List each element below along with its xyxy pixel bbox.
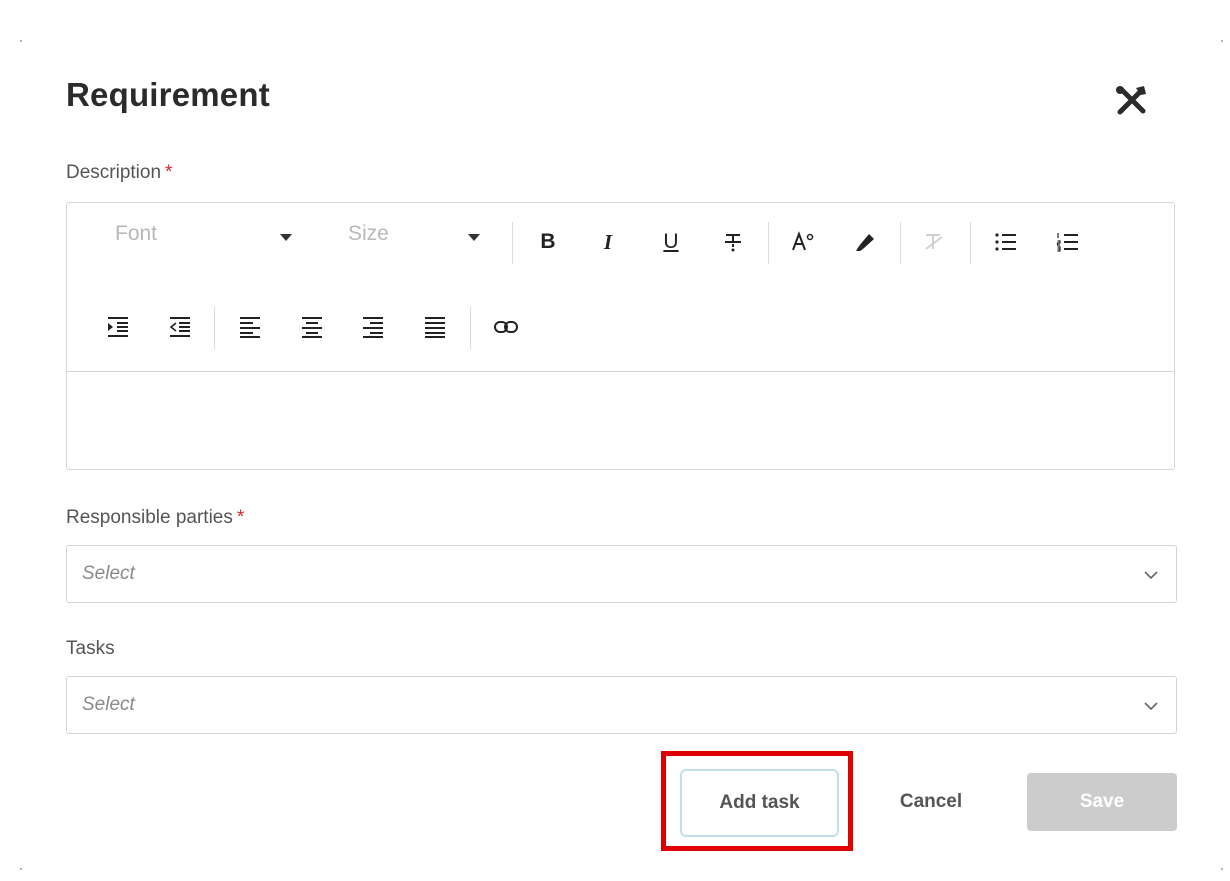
size-select-value: Size bbox=[348, 222, 389, 245]
clear-format-button[interactable] bbox=[916, 224, 952, 260]
link-icon bbox=[494, 321, 518, 333]
align-justify-button[interactable] bbox=[417, 309, 453, 345]
highlight-button[interactable] bbox=[847, 224, 883, 260]
insert-link-button[interactable] bbox=[488, 309, 524, 345]
highlighter-icon bbox=[856, 234, 874, 251]
corner-marker-top-right bbox=[1221, 40, 1223, 42]
align-left-button[interactable] bbox=[232, 309, 268, 345]
indent-icon bbox=[108, 317, 128, 337]
underline-button[interactable]: U bbox=[653, 224, 689, 260]
tasks-placeholder: Select bbox=[82, 694, 135, 715]
indent-button[interactable] bbox=[100, 309, 136, 345]
align-center-button[interactable] bbox=[294, 309, 330, 345]
numbered-list-icon bbox=[1056, 233, 1078, 252]
align-right-button[interactable] bbox=[355, 309, 391, 345]
font-select-value: Font bbox=[115, 222, 158, 245]
cancel-button[interactable]: Cancel bbox=[880, 773, 982, 831]
responsible-parties-label-text: Responsible parties bbox=[66, 507, 233, 528]
outdent-button[interactable] bbox=[162, 309, 198, 345]
chevron-down-icon bbox=[1144, 702, 1158, 711]
responsible-parties-select[interactable]: Select bbox=[66, 545, 1177, 603]
bullet-list-icon bbox=[995, 233, 1016, 251]
strikethrough-button[interactable] bbox=[715, 224, 751, 260]
required-mark: * bbox=[165, 162, 173, 183]
chevron-down-icon bbox=[280, 234, 292, 241]
bold-button[interactable]: B bbox=[530, 224, 566, 260]
clear-format-icon bbox=[925, 234, 943, 250]
corner-marker-bottom-right bbox=[1221, 868, 1223, 870]
toolbar-divider bbox=[900, 222, 901, 264]
toolbar-divider bbox=[768, 222, 769, 264]
bullet-list-button[interactable] bbox=[988, 224, 1024, 260]
required-mark: * bbox=[236, 507, 245, 528]
size-select[interactable]: Size bbox=[348, 222, 486, 262]
numbered-list-button[interactable] bbox=[1050, 224, 1086, 260]
responsible-parties-label: Responsible parties * bbox=[66, 507, 244, 529]
align-right-icon bbox=[363, 317, 383, 338]
tasks-select[interactable]: Select bbox=[66, 676, 1177, 734]
corner-marker-bottom-left bbox=[20, 868, 22, 870]
tools-icon[interactable] bbox=[1112, 80, 1152, 120]
corner-marker-top-left bbox=[20, 40, 22, 42]
dialog-title: Requirement bbox=[66, 76, 270, 113]
save-button[interactable]: Save bbox=[1027, 773, 1177, 831]
italic-button[interactable]: I bbox=[590, 224, 626, 260]
toolbar-divider bbox=[470, 307, 471, 349]
font-color-icon bbox=[792, 231, 814, 251]
description-editor-area[interactable] bbox=[67, 372, 1174, 469]
align-center-icon bbox=[302, 317, 322, 338]
tasks-label: Tasks bbox=[66, 638, 115, 659]
requirement-dialog: Requirement Description * Font Size B I U bbox=[0, 0, 1230, 881]
toolbar-divider bbox=[214, 307, 215, 349]
description-label-text: Description bbox=[66, 162, 162, 183]
bold-icon: B bbox=[540, 230, 556, 253]
underline-icon: U bbox=[663, 230, 679, 253]
font-select[interactable]: Font bbox=[115, 222, 295, 262]
add-task-button[interactable]: Add task bbox=[680, 769, 839, 837]
font-color-button[interactable] bbox=[785, 224, 821, 260]
align-justify-icon bbox=[425, 317, 445, 338]
chevron-down-icon bbox=[1144, 571, 1158, 580]
toolbar-divider bbox=[970, 222, 971, 264]
responsible-parties-placeholder: Select bbox=[82, 563, 135, 584]
italic-icon: I bbox=[603, 229, 613, 254]
chevron-down-icon bbox=[468, 234, 480, 241]
description-label: Description * bbox=[66, 162, 172, 184]
toolbar-divider bbox=[512, 222, 513, 264]
outdent-icon bbox=[169, 317, 190, 337]
align-left-icon bbox=[240, 317, 260, 338]
strikethrough-icon bbox=[725, 234, 741, 252]
